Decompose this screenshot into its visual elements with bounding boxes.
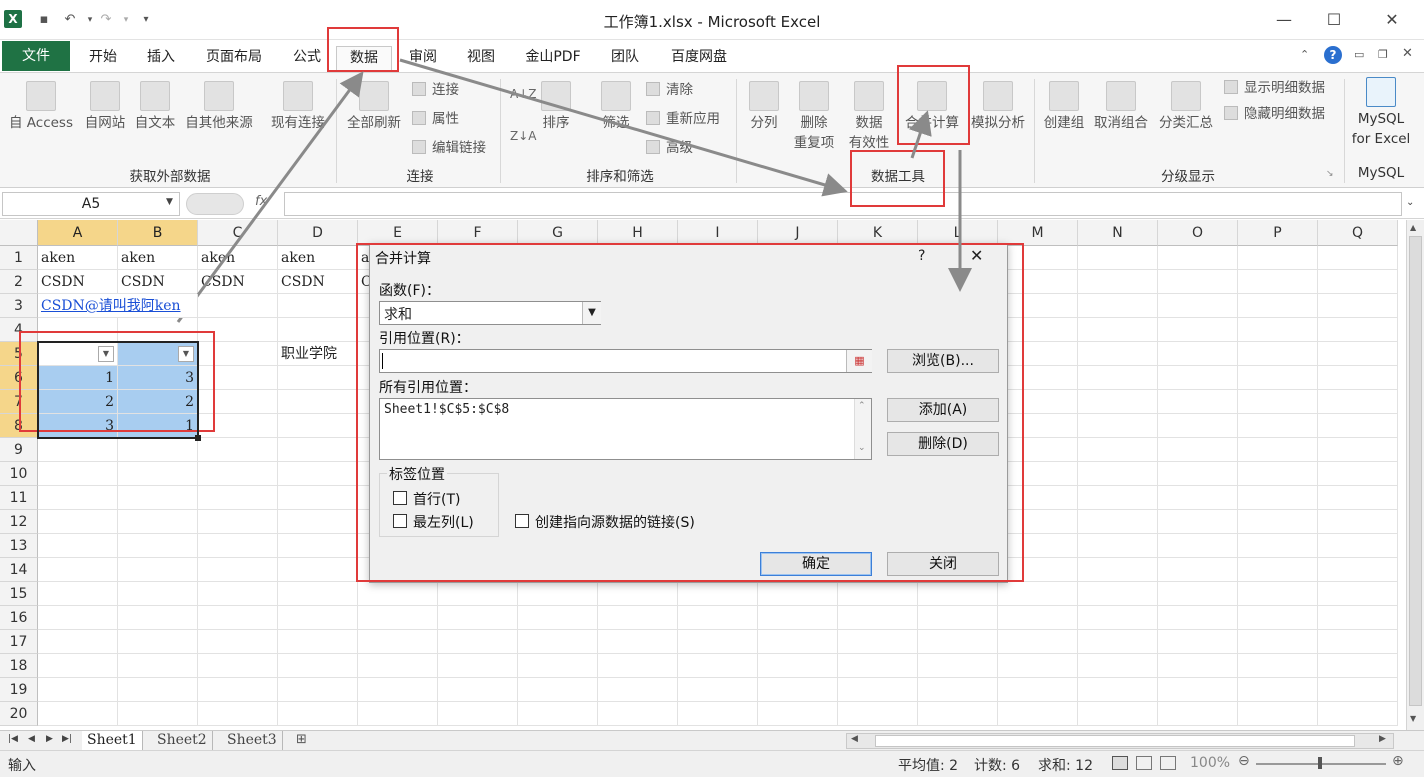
arrow-range-to-data-tab	[176, 71, 364, 323]
arrow-data-tab-to-tools	[399, 58, 848, 197]
annotation-arrows	[176, 58, 972, 323]
cell-a3[interactable]: CSDN@请叫我阿ken	[38, 294, 198, 318]
arrow-tools-to-consolidate	[908, 110, 932, 159]
selection-border	[37, 341, 199, 439]
fill-handle[interactable]	[195, 435, 201, 441]
